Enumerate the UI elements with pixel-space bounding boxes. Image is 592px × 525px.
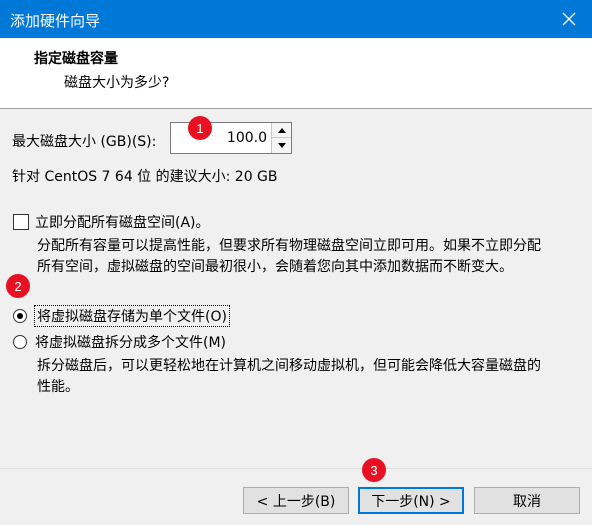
split-description-2: 性能。 (37, 379, 79, 395)
multi-file-label: 将虚拟磁盘拆分成多个文件(M) (35, 335, 227, 351)
page-subtitle: 磁盘大小为多少? (64, 75, 170, 91)
allocate-label: 立即分配所有磁盘空间(A)。 (35, 215, 210, 231)
back-button[interactable]: < 上一步(B) (243, 487, 349, 514)
step-marker-3: 3 (362, 458, 386, 482)
wizard-header: 指定磁盘容量 磁盘大小为多少? (0, 38, 592, 109)
multi-file-radio[interactable] (13, 335, 27, 349)
step-marker-1: 1 (188, 116, 212, 140)
allocate-checkbox[interactable] (13, 214, 29, 230)
allocate-description-1: 分配所有容量可以提高性能，但要求所有物理磁盘空间立即可用。如果不立即分配 (37, 238, 541, 254)
disk-size-row: 最大磁盘大小 (GB)(S): (12, 127, 156, 155)
next-button[interactable]: 下一步(N) > (358, 487, 464, 514)
disk-size-input[interactable]: 100.0 (171, 123, 271, 153)
single-file-label: 将虚拟磁盘存储为单个文件(O) (34, 305, 230, 327)
allocate-description-2: 所有空间，虚拟磁盘的空间最初很小，会随着您向其中添加数据而不断变大。 (37, 259, 513, 275)
close-icon[interactable] (546, 0, 592, 38)
multi-file-option[interactable]: 将虚拟磁盘拆分成多个文件(M) (13, 332, 226, 352)
page-title: 指定磁盘容量 (34, 51, 118, 67)
single-file-radio[interactable] (13, 309, 27, 323)
increment-icon[interactable] (272, 123, 291, 138)
decrement-icon[interactable] (272, 138, 291, 153)
recommended-size-text: 针对 CentOS 7 64 位 的建议大小: 20 GB (12, 169, 278, 185)
disk-size-label: 最大磁盘大小 (GB)(S): (12, 134, 157, 150)
step-marker-2: 2 (6, 274, 30, 298)
single-file-option[interactable]: 将虚拟磁盘存储为单个文件(O) (13, 305, 230, 327)
title-bar: 添加硬件向导 (0, 0, 592, 38)
split-description-1: 拆分磁盘后，可以更轻松地在计算机之间移动虚拟机，但可能会降低大容量磁盘的 (37, 358, 541, 374)
cancel-button[interactable]: 取消 (474, 487, 580, 514)
window-title: 添加硬件向导 (10, 12, 101, 30)
allocate-checkbox-row[interactable]: 立即分配所有磁盘空间(A)。 (13, 212, 210, 232)
